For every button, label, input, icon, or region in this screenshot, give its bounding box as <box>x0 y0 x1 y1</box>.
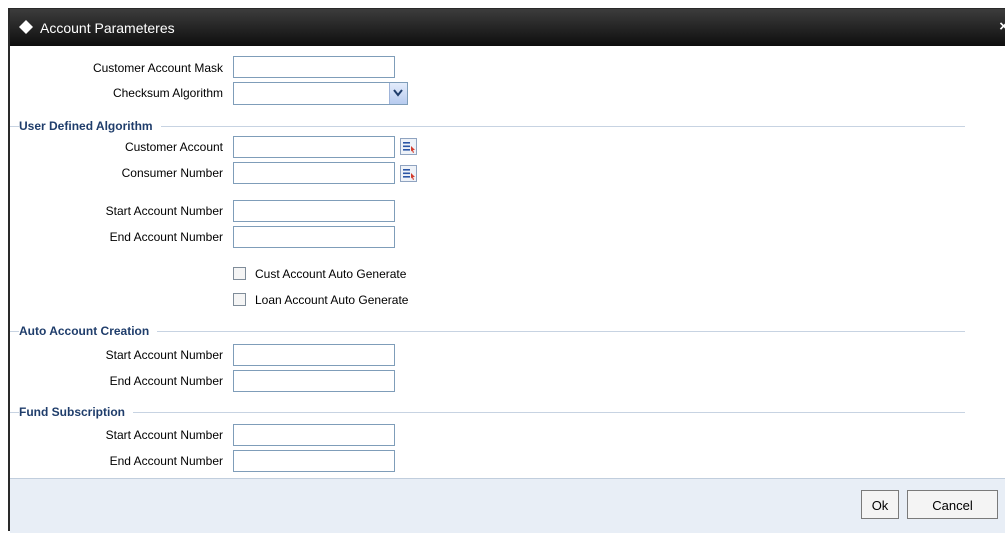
footer-bar: Ok Cancel <box>10 478 1005 533</box>
list-of-values-icon[interactable] <box>400 165 417 182</box>
uda-start-account-number-input[interactable] <box>233 200 395 222</box>
aac-end-account-number-input[interactable] <box>233 370 395 392</box>
consumer-number-input[interactable] <box>233 162 395 184</box>
start-account-number-label: Start Account Number <box>105 428 223 442</box>
diamond-icon <box>19 20 33 34</box>
section-divider <box>10 412 965 413</box>
end-account-number-label: End Account Number <box>109 454 223 468</box>
end-account-number-label: End Account Number <box>109 374 223 388</box>
cust-account-auto-generate-label: Cust Account Auto Generate <box>255 267 407 281</box>
window-title: Account Parameteres <box>40 20 175 36</box>
ok-button[interactable]: Ok <box>861 490 899 519</box>
checksum-algorithm-select[interactable] <box>233 82 408 105</box>
fs-start-account-number-input[interactable] <box>233 424 395 446</box>
list-of-values-icon[interactable] <box>400 138 417 155</box>
loan-account-auto-generate-label: Loan Account Auto Generate <box>255 293 409 307</box>
cust-account-auto-generate-checkbox[interactable] <box>233 267 246 280</box>
aac-start-account-number-input[interactable] <box>233 344 395 366</box>
account-parameters-window: Account Parameteres × Customer Account M… <box>8 8 1005 533</box>
start-account-number-label: Start Account Number <box>105 348 223 362</box>
checksum-algorithm-label: Checksum Algorithm <box>112 86 223 100</box>
close-icon[interactable]: × <box>999 18 1005 35</box>
title-bar: Account Parameteres × <box>10 9 1005 46</box>
loan-account-auto-generate-checkbox[interactable] <box>233 293 246 306</box>
fs-end-account-number-input[interactable] <box>233 450 395 472</box>
section-title-user-defined-algorithm: User Defined Algorithm <box>19 119 161 133</box>
uda-end-account-number-input[interactable] <box>233 226 395 248</box>
start-account-number-label: Start Account Number <box>105 204 223 218</box>
end-account-number-label: End Account Number <box>109 230 223 244</box>
customer-account-input[interactable] <box>233 136 395 158</box>
customer-account-label: Customer Account <box>124 140 223 154</box>
customer-account-mask-label: Customer Account Mask <box>92 61 223 75</box>
section-title-auto-account-creation: Auto Account Creation <box>19 324 158 338</box>
cancel-button[interactable]: Cancel <box>907 490 998 519</box>
section-title-fund-subscription: Fund Subscription <box>19 405 133 419</box>
consumer-number-label: Consumer Number <box>121 166 223 180</box>
customer-account-mask-input[interactable] <box>233 56 395 78</box>
chevron-down-icon[interactable] <box>389 83 407 104</box>
